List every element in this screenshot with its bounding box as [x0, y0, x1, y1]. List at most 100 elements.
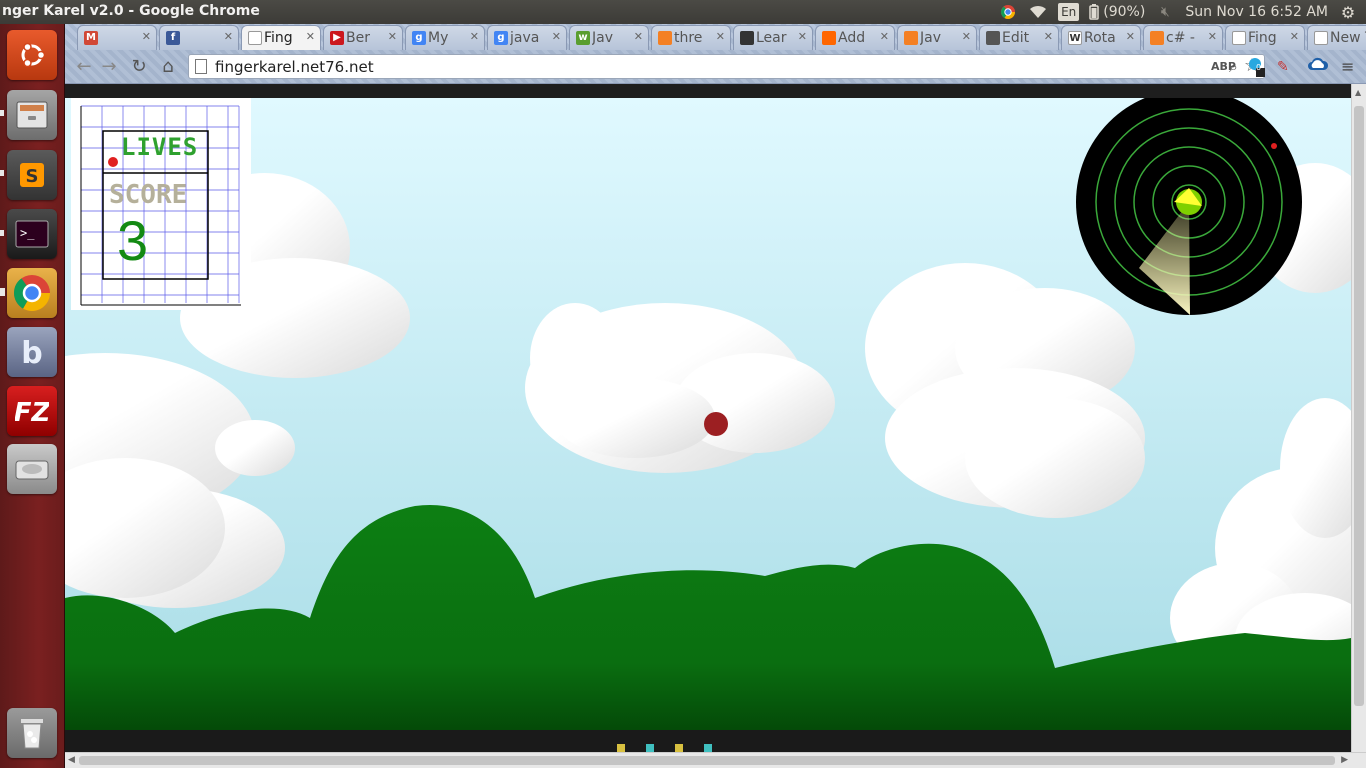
trash-icon[interactable] — [7, 708, 57, 758]
horizontal-scroll-thumb[interactable] — [79, 756, 1335, 765]
files-icon[interactable] — [7, 90, 57, 140]
lives-label: LIVES — [121, 133, 199, 161]
browser-tab[interactable]: thre ✕ — [651, 25, 731, 50]
chrome-icon[interactable] — [7, 268, 57, 318]
browser-tab[interactable]: Jav ✕ — [897, 25, 977, 50]
tab-label: Jav — [592, 30, 613, 46]
tab-close-icon[interactable]: ✕ — [224, 30, 233, 43]
tab-favicon-icon: f — [166, 31, 180, 45]
tab-favicon-icon: g — [494, 31, 508, 45]
volume-muted-icon[interactable]: 🔇︎ — [1155, 2, 1175, 22]
unity-launcher: S >_ b FZ — [0, 24, 65, 768]
browser-tab[interactable]: Add ✕ — [815, 25, 895, 50]
running-indicator — [0, 230, 4, 236]
game-canvas[interactable]: LIVES SCORE 3 — [65, 98, 1351, 730]
tab-close-icon[interactable]: ✕ — [634, 30, 643, 43]
browser-tab[interactable]: Edit ✕ — [979, 25, 1059, 50]
tab-label: java — [510, 30, 540, 46]
extension-red-icon[interactable]: ✎ — [1277, 57, 1289, 77]
keyboard-layout-indicator[interactable]: En — [1058, 3, 1080, 21]
battery-indicator[interactable]: (90%) — [1089, 2, 1145, 22]
extension-badge-icon[interactable]: 0 — [1245, 57, 1267, 77]
browser-tab[interactable]: f ✕ — [159, 25, 239, 50]
extension-badge-count: 0 — [1256, 63, 1262, 72]
tab-close-icon[interactable]: ✕ — [962, 30, 971, 43]
tab-close-icon[interactable]: ✕ — [880, 30, 889, 43]
tab-close-icon[interactable]: ✕ — [1208, 30, 1217, 43]
tab-close-icon[interactable]: ✕ — [1126, 30, 1135, 43]
page-viewport: LIVES SCORE 3 — [65, 84, 1351, 752]
browser-tab[interactable]: Lear ✕ — [733, 25, 813, 50]
tab-close-icon[interactable]: ✕ — [1044, 30, 1053, 43]
browser-tab[interactable]: Fing ✕ — [241, 25, 321, 50]
filezilla-icon[interactable]: FZ — [7, 386, 57, 436]
tab-close-icon[interactable]: ✕ — [388, 30, 397, 43]
tab-close-icon[interactable]: ✕ — [552, 30, 561, 43]
tab-favicon-icon: M — [84, 31, 98, 45]
tab-close-icon[interactable]: ✕ — [798, 30, 807, 43]
svg-text:FZ: FZ — [15, 398, 49, 428]
tab-favicon-icon — [1314, 31, 1328, 45]
home-button[interactable]: ⌂ — [157, 56, 179, 78]
adblock-plus-icon[interactable]: ABP — [1211, 57, 1236, 77]
svg-text:>_: >_ — [20, 226, 35, 240]
forward-button[interactable]: → — [98, 56, 120, 78]
browser-tab[interactable]: w Jav ✕ — [569, 25, 649, 50]
running-indicator — [0, 170, 4, 176]
gear-icon[interactable]: ⚙ — [1338, 2, 1358, 22]
chrome-window: M ✕ f ✕ Fing ✕ ▶ Ber ✕ g My ✕ g java ✕ w Jav ✕ thre ✕ Lear ✕ A… — [65, 24, 1366, 768]
back-button[interactable]: ← — [73, 56, 95, 78]
reload-button[interactable]: ↻ — [128, 56, 150, 78]
tab-close-icon[interactable]: ✕ — [716, 30, 725, 43]
address-bar[interactable]: fingerkarel.net76.net ⌕ ☆ — [188, 54, 1265, 79]
falling-ball[interactable] — [704, 412, 728, 436]
tab-favicon-icon — [1150, 31, 1164, 45]
scroll-right-arrow-icon[interactable]: ▶ — [1341, 755, 1348, 765]
tab-favicon-icon — [1232, 31, 1246, 45]
tab-favicon-icon: ▶ — [330, 31, 344, 45]
browser-tab[interactable]: Fing ✕ — [1225, 25, 1305, 50]
browser-tab[interactable]: New T✕ — [1307, 25, 1366, 50]
tab-favicon-icon — [248, 31, 262, 45]
horizontal-scrollbar[interactable]: ◀ ▶ — [65, 752, 1366, 768]
ubuntu-dash-icon[interactable] — [7, 30, 57, 80]
wifi-icon[interactable] — [1028, 2, 1048, 22]
tab-close-icon[interactable]: ✕ — [470, 30, 479, 43]
radar — [1076, 98, 1302, 315]
sublime-text-icon[interactable]: S — [7, 150, 57, 200]
scroll-up-arrow-icon[interactable]: ▲ — [1355, 88, 1361, 97]
bluegriffon-icon[interactable]: b — [7, 327, 57, 377]
tab-close-icon[interactable]: ✕ — [306, 30, 315, 43]
tab-label: thre — [674, 30, 703, 46]
tab-close-icon[interactable]: ✕ — [142, 30, 151, 43]
tab-label: Fing — [264, 30, 293, 46]
tab-favicon-icon — [740, 31, 754, 45]
chrome-menu-icon[interactable]: ≡ — [1341, 57, 1354, 77]
terminal-icon[interactable]: >_ — [7, 209, 57, 259]
chrome-indicator-icon[interactable] — [998, 2, 1018, 22]
tab-label: Edit — [1002, 30, 1030, 46]
browser-tab[interactable]: ▶ Ber ✕ — [323, 25, 403, 50]
window-title: nger Karel v2.0 - Google Chrome — [2, 3, 260, 19]
tab-close-icon[interactable]: ✕ — [1290, 30, 1299, 43]
browser-tab[interactable]: W Rota ✕ — [1061, 25, 1141, 50]
tab-favicon-icon — [658, 31, 672, 45]
scroll-left-arrow-icon[interactable]: ◀ — [68, 755, 75, 765]
browser-tab[interactable]: g java ✕ — [487, 25, 567, 50]
tab-favicon-icon: W — [1068, 31, 1082, 45]
clock[interactable]: Sun Nov 16 6:52 AM — [1185, 2, 1328, 22]
svg-text:b: b — [21, 336, 42, 369]
page-header-bar — [65, 84, 1351, 98]
url-text: fingerkarel.net76.net — [215, 57, 374, 76]
running-indicator — [0, 288, 5, 296]
tab-favicon-icon: g — [412, 31, 426, 45]
score-panel: LIVES SCORE 3 — [71, 98, 251, 310]
vertical-scroll-thumb[interactable] — [1354, 106, 1364, 706]
vertical-scrollbar[interactable]: ▲ — [1351, 84, 1366, 752]
disk-icon[interactable] — [7, 444, 57, 494]
browser-tab[interactable]: M ✕ — [77, 25, 157, 50]
browser-tab[interactable]: c# - ✕ — [1143, 25, 1223, 50]
life-token — [108, 157, 118, 167]
cloud-extension-icon[interactable] — [1307, 57, 1329, 77]
browser-tab[interactable]: g My ✕ — [405, 25, 485, 50]
